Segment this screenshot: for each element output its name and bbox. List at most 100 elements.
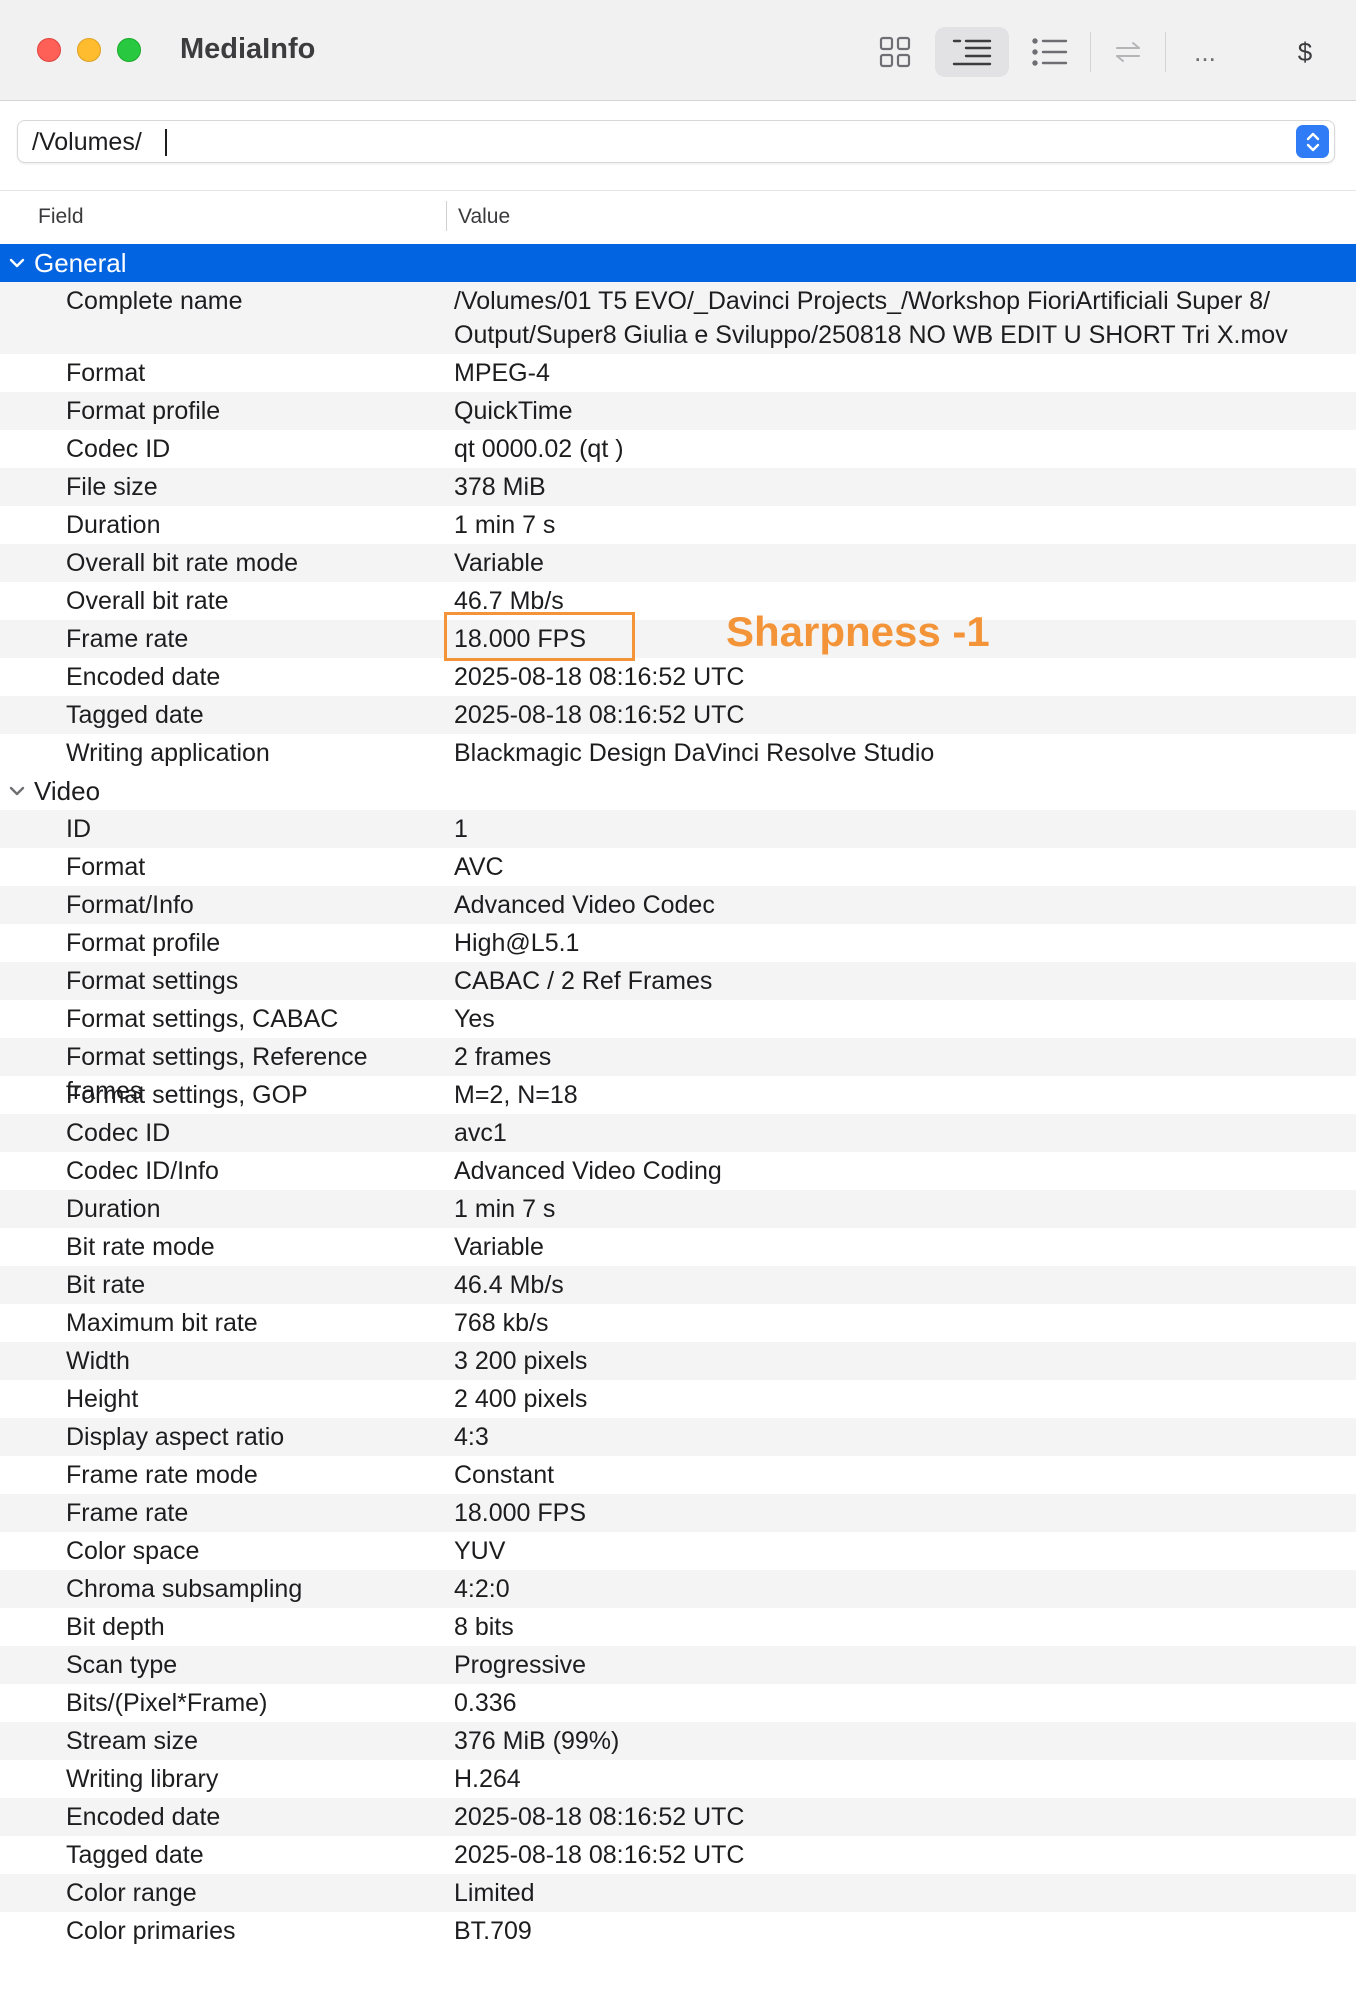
close-window-button[interactable] bbox=[37, 38, 61, 62]
value-cell: YUV bbox=[454, 1537, 506, 1565]
zoom-window-button[interactable] bbox=[117, 38, 141, 62]
swap-arrows-icon bbox=[1116, 42, 1140, 62]
table-row[interactable]: Format settings, CABAC Yes bbox=[0, 1000, 1356, 1038]
table-row[interactable]: Codec ID qt 0000.02 (qt ) bbox=[0, 430, 1356, 468]
more-button[interactable]: ... bbox=[1168, 27, 1242, 77]
title-bar: MediaInfo ... $ bbox=[0, 0, 1356, 101]
field-cell: Format settings bbox=[66, 967, 239, 995]
value-cell: 0.336 bbox=[454, 1689, 517, 1717]
table-header: Field Value bbox=[0, 190, 1356, 243]
value-cell: 3 200 pixels bbox=[454, 1347, 588, 1375]
table-row[interactable]: Tagged date 2025-08-18 08:16:52 UTC bbox=[0, 696, 1356, 734]
value-cell: M=2, N=18 bbox=[454, 1081, 578, 1109]
value-cell: 378 MiB bbox=[454, 473, 546, 501]
table-row[interactable]: Overall bit rate mode Variable bbox=[0, 544, 1356, 582]
value-cell: 376 MiB (99%) bbox=[454, 1727, 620, 1755]
table-row[interactable]: Format settings, Reference frames 2 frame… bbox=[0, 1038, 1356, 1105]
sponsor-button[interactable]: $ bbox=[1268, 27, 1342, 77]
table-row[interactable]: File size 378 MiB bbox=[0, 468, 1356, 506]
value-cell: qt 0000.02 (qt ) bbox=[454, 435, 624, 463]
table-row[interactable]: Width 3 200 pixels bbox=[0, 1342, 1356, 1380]
table-row[interactable]: Height 2 400 pixels bbox=[0, 1380, 1356, 1418]
value-cell: Yes bbox=[454, 1005, 495, 1033]
table-row[interactable]: Format settings, GOP M=2, N=18 bbox=[0, 1076, 1356, 1114]
section-header[interactable]: Video bbox=[0, 772, 1356, 810]
value-cell: 2 frames bbox=[454, 1043, 552, 1071]
value-cell: BT.709 bbox=[454, 1917, 532, 1945]
value-cell: 1 min 7 s bbox=[454, 1195, 556, 1223]
table-row[interactable]: Writing application Blackmagic Design DaV… bbox=[0, 734, 1356, 772]
field-cell: Format bbox=[66, 359, 146, 387]
table-row[interactable]: Bit rate mode Variable bbox=[0, 1228, 1356, 1266]
field-cell: Tagged date bbox=[66, 701, 204, 729]
field-cell: Complete name bbox=[66, 287, 243, 315]
field-cell: Width bbox=[66, 1347, 130, 1375]
table-row[interactable]: Overall bit rate 46.7 Mb/s bbox=[0, 582, 1356, 620]
table-row[interactable]: Stream size 376 MiB (99%) bbox=[0, 1722, 1356, 1760]
table-row[interactable]: Format MPEG-4 bbox=[0, 354, 1356, 392]
table-row[interactable]: Format profile High@L5.1 bbox=[0, 924, 1356, 962]
table-row[interactable]: Bits/(Pixel*Frame) 0.336 bbox=[0, 1684, 1356, 1722]
table-row[interactable]: Maximum bit rate 768 kb/s bbox=[0, 1304, 1356, 1342]
indented-list-icon bbox=[952, 39, 992, 66]
table-row[interactable]: Color space YUV bbox=[0, 1532, 1356, 1570]
table-row[interactable]: Writing library H.264 bbox=[0, 1760, 1356, 1798]
table-row[interactable]: Scan type Progressive bbox=[0, 1646, 1356, 1684]
text-view-button[interactable] bbox=[1013, 27, 1087, 77]
table-row[interactable]: Tagged date 2025-08-18 08:16:52 UTC bbox=[0, 1836, 1356, 1874]
field-cell: Codec ID bbox=[66, 435, 171, 463]
path-dropdown-button[interactable] bbox=[1296, 125, 1329, 158]
path-value: /Volumes/ bbox=[32, 128, 142, 156]
value-cell: 4:3 bbox=[454, 1423, 489, 1451]
value-cell: Advanced Video Coding bbox=[454, 1157, 722, 1185]
minimize-window-button[interactable] bbox=[77, 38, 101, 62]
field-cell: Format profile bbox=[66, 397, 221, 425]
table-row[interactable]: Frame rate mode Constant bbox=[0, 1456, 1356, 1494]
table-row[interactable]: Bit rate 46.4 Mb/s bbox=[0, 1266, 1356, 1304]
table-row[interactable]: Duration 1 min 7 s bbox=[0, 506, 1356, 544]
table-row[interactable]: Codec ID avc1 bbox=[0, 1114, 1356, 1152]
field-cell: Frame rate bbox=[66, 625, 189, 653]
table-row[interactable]: Color primaries BT.709 bbox=[0, 1912, 1356, 1950]
value-column-header[interactable]: Value bbox=[458, 205, 510, 229]
table-row[interactable]: Encoded date 2025-08-18 08:16:52 UTC bbox=[0, 1798, 1356, 1836]
value-cell: High@L5.1 bbox=[454, 929, 580, 957]
table-row[interactable]: Chroma subsampling 4:2:0 bbox=[0, 1570, 1356, 1608]
table-row[interactable]: Frame rate 18.000 FPS bbox=[0, 1494, 1356, 1532]
table-row[interactable]: Codec ID/Info Advanced Video Coding bbox=[0, 1152, 1356, 1190]
table-row[interactable]: Format AVC bbox=[0, 848, 1356, 886]
table-row[interactable]: Format profile QuickTime bbox=[0, 392, 1356, 430]
field-cell: Overall bit rate mode bbox=[66, 549, 299, 577]
field-cell: Frame rate mode bbox=[66, 1461, 258, 1489]
table-row[interactable]: Duration 1 min 7 s bbox=[0, 1190, 1356, 1228]
value-cell: 18.000 FPS bbox=[454, 1499, 587, 1527]
tree-view-button[interactable] bbox=[935, 27, 1009, 77]
field-cell: Encoded date bbox=[66, 1803, 221, 1831]
value-cell: Constant bbox=[454, 1461, 555, 1489]
value-cell: 2025-08-18 08:16:52 UTC bbox=[454, 663, 745, 691]
value-cell: 2025-08-18 08:16:52 UTC bbox=[454, 701, 745, 729]
table-row[interactable]: Bit depth 8 bits bbox=[0, 1608, 1356, 1646]
annotation-label: Sharpness -1 bbox=[726, 608, 990, 655]
easy-view-button[interactable] bbox=[858, 27, 932, 77]
table-row[interactable]: Encoded date 2025-08-18 08:16:52 UTC bbox=[0, 658, 1356, 696]
chevron-up-down-icon bbox=[1306, 132, 1319, 151]
info-table: General Complete name/Volumes/01 T5 EVO/_… bbox=[0, 244, 1356, 1950]
table-row[interactable]: Format settings CABAC / 2 Ref Frames bbox=[0, 962, 1356, 1000]
compare-button[interactable] bbox=[1091, 27, 1165, 77]
table-row[interactable]: Color range Limited bbox=[0, 1874, 1356, 1912]
field-column-header[interactable]: Field bbox=[38, 205, 84, 229]
value-cell: avc1 bbox=[454, 1119, 507, 1147]
table-row[interactable]: ID 1 bbox=[0, 810, 1356, 848]
value-cell: 8 bits bbox=[454, 1613, 514, 1641]
path-combobox[interactable]: /Volumes/ bbox=[17, 120, 1335, 163]
value-cell: Variable bbox=[454, 549, 544, 577]
table-row[interactable]: Complete name/Volumes/01 T5 EVO/_Davinci… bbox=[0, 282, 1356, 354]
field-cell: Maximum bit rate bbox=[66, 1309, 258, 1337]
table-row[interactable]: Display aspect ratio 4:3 bbox=[0, 1418, 1356, 1456]
table-row[interactable]: Frame rate 18.000 FPS bbox=[0, 620, 1356, 658]
section-header[interactable]: General bbox=[0, 244, 1356, 282]
table-row[interactable]: Format/Info Advanced Video Codec bbox=[0, 886, 1356, 924]
value-cell: Variable bbox=[454, 1233, 544, 1261]
value-cell: 768 kb/s bbox=[454, 1309, 549, 1337]
